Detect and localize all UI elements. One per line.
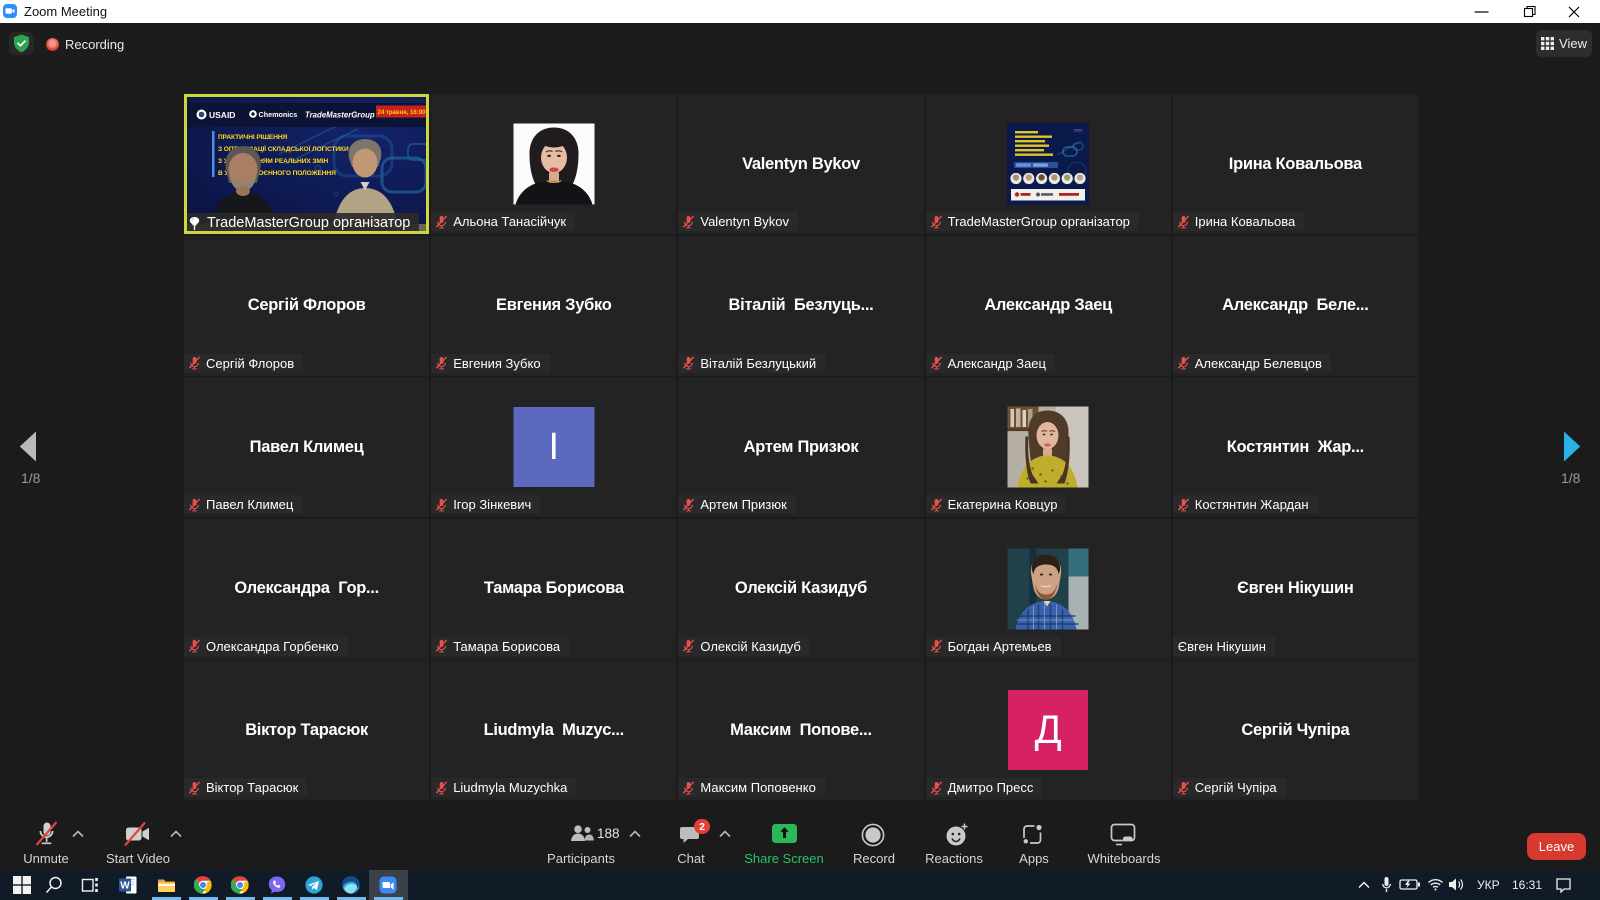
- svg-text:W: W: [120, 881, 130, 892]
- svg-text:USAID: USAID: [209, 110, 235, 120]
- svg-text:2023: 2023: [1074, 129, 1082, 133]
- svg-text:TradeMasterGroup: TradeMasterGroup: [305, 111, 375, 120]
- svg-text:ПРАКТИЧНІ РІШЕННЯ: ПРАКТИЧНІ РІШЕННЯ: [218, 134, 288, 141]
- svg-text:24 травня, 16:00: 24 травня, 16:00: [378, 110, 426, 116]
- svg-text:Chemonics: Chemonics: [259, 110, 298, 119]
